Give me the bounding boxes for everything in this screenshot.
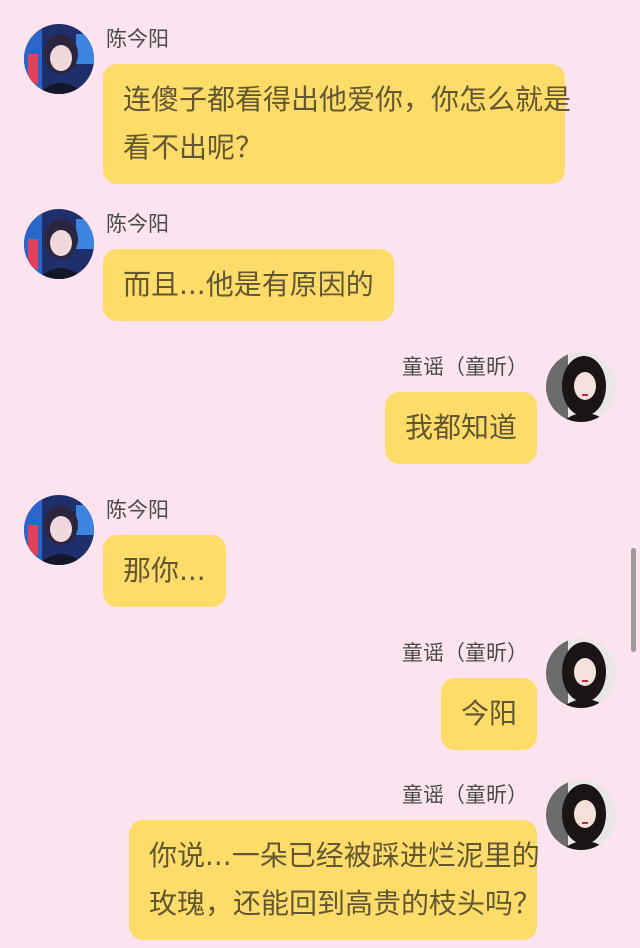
message-bubble[interactable]: 今阳 (440, 678, 537, 750)
avatar[interactable] (24, 495, 94, 565)
avatar[interactable] (546, 638, 616, 708)
message-text-line: 那你... (123, 554, 206, 587)
message-bubble[interactable]: 那你... (103, 535, 226, 607)
sender-name: 陈今阳 (106, 212, 169, 236)
scrollbar[interactable] (631, 548, 636, 652)
message-bubble[interactable]: 我都知道 (384, 392, 537, 464)
girl-neon-avatar-icon (24, 24, 94, 94)
message-text-line: 而且...他是有原因的 (123, 268, 374, 301)
girl-dark-hair-avatar-icon (546, 638, 616, 708)
message-text-line: 看不出呢？ (123, 131, 264, 164)
sender-name: 陈今阳 (106, 27, 169, 51)
sender-name: 童谣（童昕） (402, 641, 528, 665)
message-text-line: 连傻子都看得出他爱你，你怎么就是 (123, 83, 572, 116)
girl-dark-hair-avatar-icon (546, 352, 616, 422)
avatar[interactable] (24, 24, 94, 94)
sender-name: 陈今阳 (106, 498, 169, 522)
sender-name: 童谣（童昕） (402, 355, 528, 379)
message-text-line: 你说...一朵已经被踩进烂泥里的 (149, 839, 540, 872)
avatar[interactable] (24, 209, 94, 279)
message-bubble[interactable]: 你说...一朵已经被踩进烂泥里的 玫瑰，还能回到高贵的枝头吗？ (129, 820, 542, 940)
girl-dark-hair-avatar-icon (546, 780, 616, 850)
message-text-line: 今阳 (460, 697, 517, 730)
message-text-line: 玫瑰，还能回到高贵的枝头吗？ (149, 887, 542, 920)
message-bubble[interactable]: 连傻子都看得出他爱你，你怎么就是 看不出呢？ (103, 64, 572, 184)
avatar[interactable] (546, 352, 616, 422)
girl-neon-avatar-icon (24, 209, 94, 279)
message-bubble[interactable]: 而且...他是有原因的 (103, 249, 394, 321)
sender-name: 童谣（童昕） (402, 783, 528, 807)
avatar[interactable] (546, 780, 616, 850)
girl-neon-avatar-icon (24, 495, 94, 565)
message-text-line: 我都知道 (404, 411, 517, 444)
